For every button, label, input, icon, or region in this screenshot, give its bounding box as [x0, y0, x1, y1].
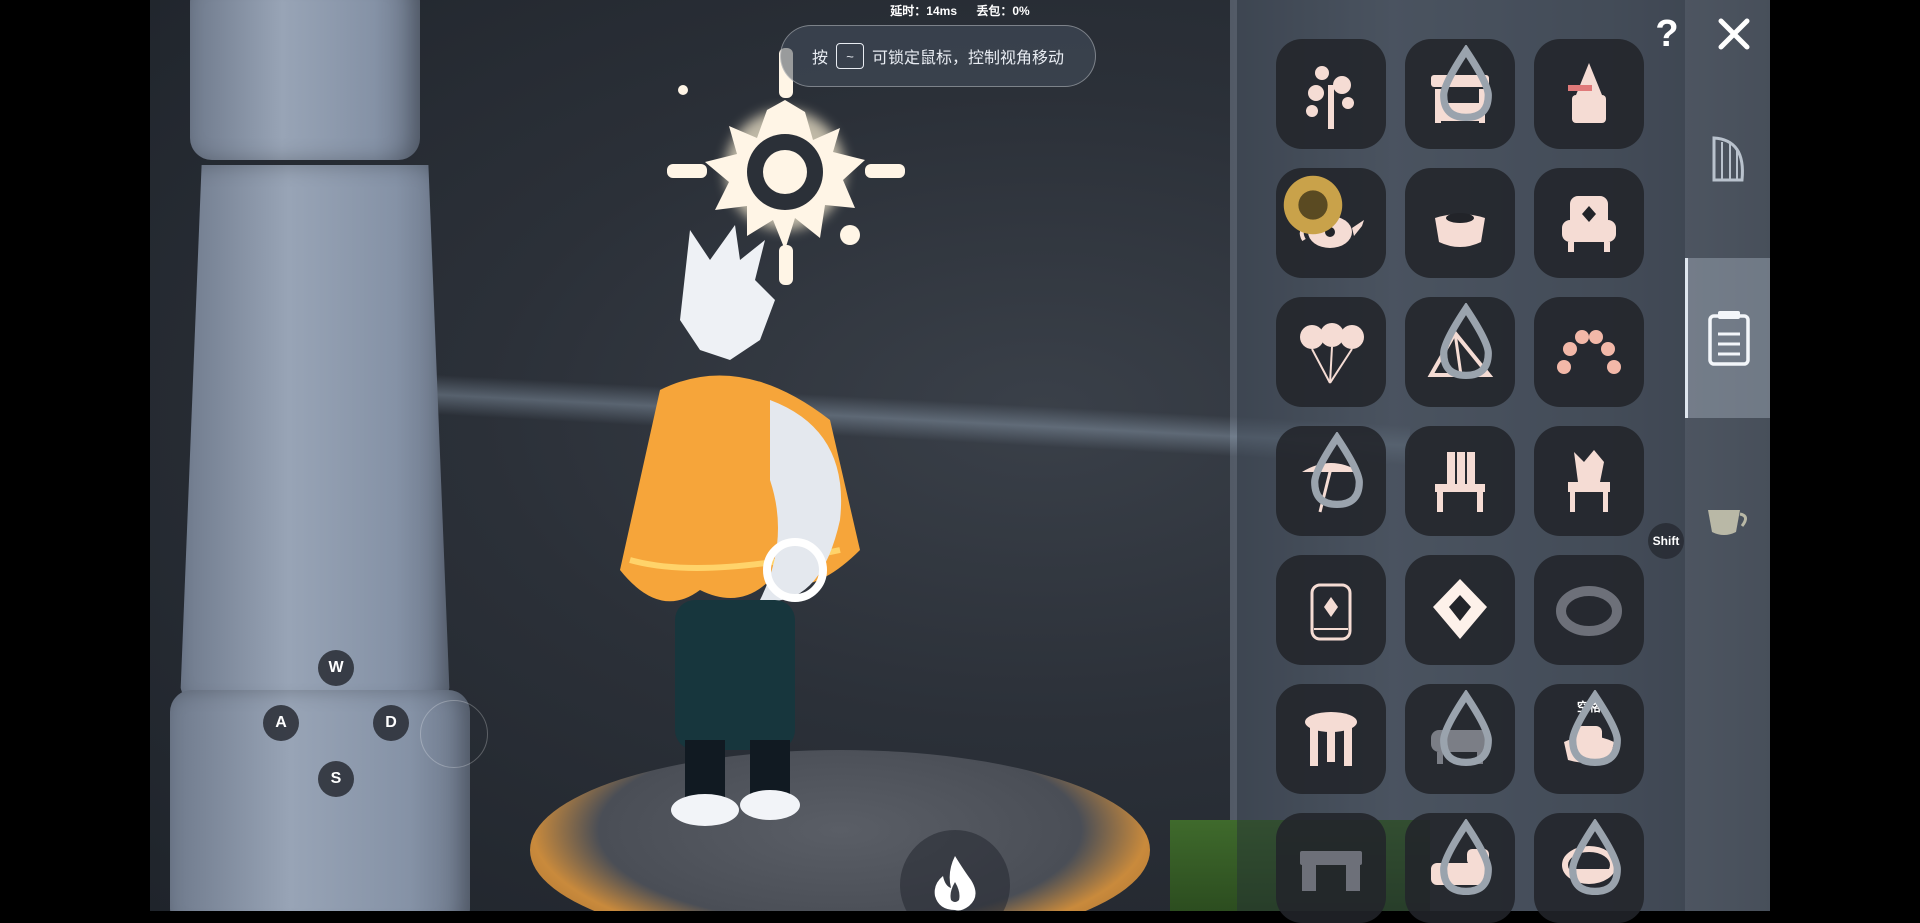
- key-d-button[interactable]: D: [373, 705, 409, 741]
- player-character: [620, 225, 860, 826]
- prop-slot-bed[interactable]: [1405, 813, 1515, 923]
- tilde-key-icon: ~: [836, 43, 864, 69]
- prop-slot-desk[interactable]: [1276, 813, 1386, 923]
- water-drop-icon: [1440, 303, 1492, 380]
- gear-icon: [1283, 175, 1343, 235]
- prop-slot-basin[interactable]: [1534, 813, 1644, 923]
- clipboard-icon: [1708, 311, 1750, 366]
- deck-chair-icon: [1435, 452, 1485, 512]
- movement-joystick[interactable]: [420, 700, 488, 768]
- key-s-button[interactable]: S: [318, 761, 354, 797]
- key-a-button[interactable]: A: [263, 705, 299, 741]
- hint-prefix: 按: [811, 50, 828, 67]
- hanging-lamp-icon: [1433, 579, 1487, 639]
- prop-slot-lantern-totem[interactable]: [1534, 39, 1644, 149]
- harp-icon: [1712, 136, 1744, 182]
- prop-slot-sapling[interactable]: [1276, 39, 1386, 149]
- lantern-totem-icon: [1568, 63, 1606, 123]
- prop-slot-deck-chair[interactable]: [1405, 426, 1515, 536]
- desk-icon: [1300, 851, 1362, 891]
- close-x-icon: [1718, 18, 1750, 50]
- flower-arch-icon: [1557, 330, 1621, 374]
- prop-slot-tent[interactable]: [1405, 297, 1515, 407]
- prop-slot-cushion-seat[interactable]: 空格: [1534, 684, 1644, 794]
- prop-slot-teapot[interactable]: [1276, 168, 1386, 278]
- shift-key-badge: Shift: [1648, 523, 1684, 559]
- packet-loss-label: 丢包：0%: [976, 4, 1030, 18]
- flame-icon: [934, 856, 976, 911]
- prop-slot-armchair[interactable]: [1534, 168, 1644, 278]
- water-drop-icon: [1440, 819, 1492, 896]
- tea-bowl-icon: [1435, 213, 1485, 247]
- prop-slot-sky-balloons[interactable]: [1276, 297, 1386, 407]
- water-drop-icon: [1569, 690, 1621, 767]
- stone-pillar-middle: [180, 165, 450, 705]
- teacup-icon: [1707, 510, 1747, 535]
- hint-text: 可锁定鼠标，控制视角移动: [872, 50, 1065, 67]
- latency-label: 延时：14ms: [890, 4, 957, 18]
- water-drop-icon: [1440, 45, 1492, 122]
- stone-lantern-icon: [1310, 583, 1352, 641]
- help-icon[interactable]: ?: [1645, 12, 1689, 56]
- prop-panel: 空格: [1237, 0, 1685, 923]
- sky-balloons-icon: [1300, 323, 1364, 384]
- water-drop-icon: [1440, 690, 1492, 767]
- stool-icon: [1305, 712, 1357, 766]
- key-w-button[interactable]: W: [318, 650, 354, 686]
- prop-slot-parasol[interactable]: [1276, 426, 1386, 536]
- prop-slot-hanging-lamp[interactable]: [1405, 555, 1515, 665]
- prop-slot-tea-bowl[interactable]: [1405, 168, 1515, 278]
- tab-props[interactable]: [1685, 258, 1770, 418]
- prop-slot-market-stall[interactable]: [1405, 39, 1515, 149]
- ornate-chair-icon: [1568, 450, 1610, 512]
- ring-cushion-icon: [1556, 586, 1622, 636]
- armchair-icon: [1562, 196, 1616, 252]
- water-drop-icon: [1311, 432, 1363, 509]
- close-icon[interactable]: [1712, 12, 1756, 56]
- category-tabs: [1685, 0, 1770, 911]
- tab-instruments[interactable]: [1685, 80, 1770, 240]
- tab-consumables[interactable]: [1685, 440, 1770, 600]
- prop-slot-stool[interactable]: [1276, 684, 1386, 794]
- mouse-lock-hint: 按 ~ 可锁定鼠标，控制视角移动: [780, 25, 1096, 87]
- prop-slot-flower-arch[interactable]: [1534, 297, 1644, 407]
- prop-slot-stone-lantern[interactable]: [1276, 555, 1386, 665]
- prop-slot-ornate-chair[interactable]: [1534, 426, 1644, 536]
- prop-slot-sofa[interactable]: [1405, 684, 1515, 794]
- stone-pillar-top: [190, 0, 420, 160]
- water-drop-icon: [1569, 819, 1621, 896]
- prop-slot-ring-cushion[interactable]: [1534, 555, 1644, 665]
- sapling-icon: [1306, 66, 1354, 129]
